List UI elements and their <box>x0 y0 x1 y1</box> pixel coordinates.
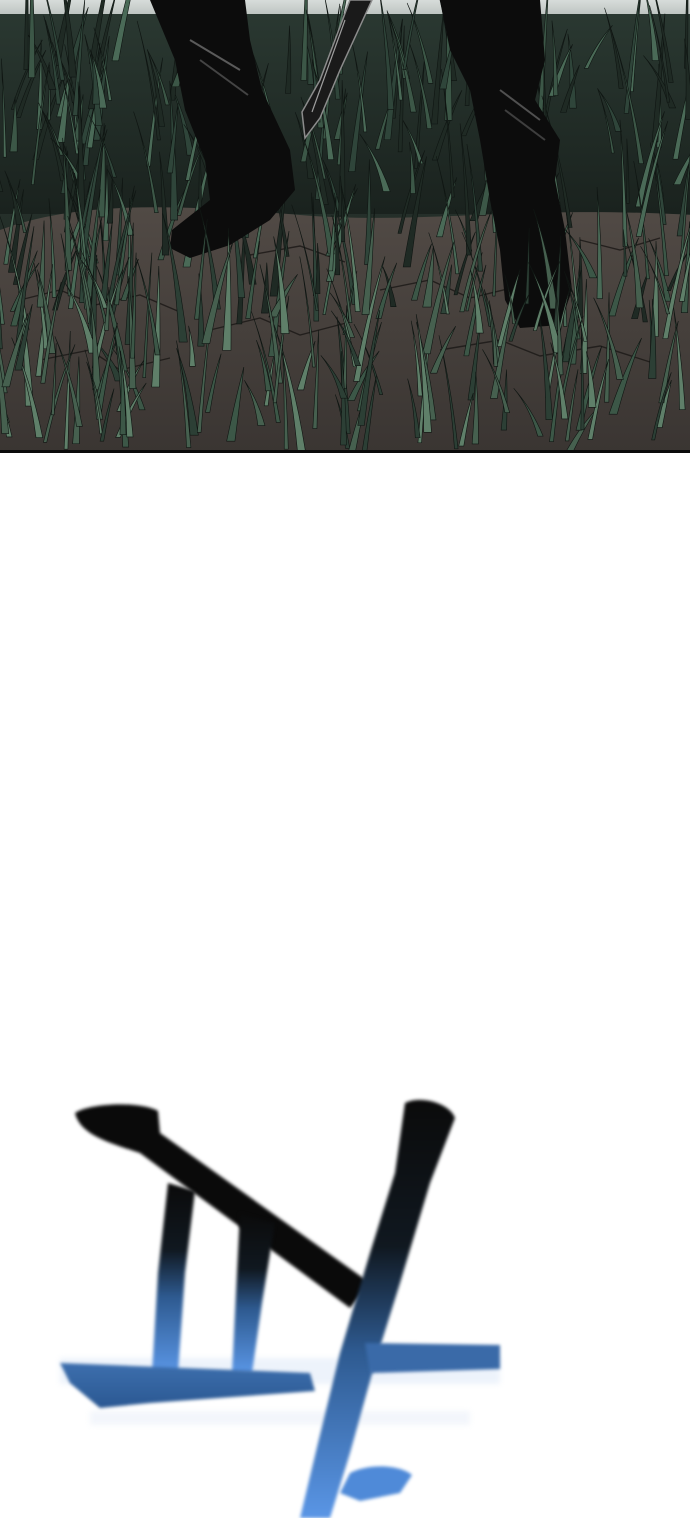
sfx-stroke-left-vertical <box>152 1183 195 1373</box>
comic-page <box>0 0 690 1518</box>
panel-gutter <box>0 453 690 1073</box>
sfx-stroke-middle-vertical <box>232 1213 275 1373</box>
sound-effect-panel <box>0 1073 690 1518</box>
sfx-stroke-bottom-hook <box>340 1466 412 1501</box>
sound-effect-glyph <box>60 1099 500 1518</box>
sfx-stroke-diagonal <box>75 1104 370 1308</box>
comic-panel-scene <box>0 0 690 453</box>
grass-scene-illustration <box>0 0 690 450</box>
sfx-stroke-right <box>300 1099 455 1518</box>
